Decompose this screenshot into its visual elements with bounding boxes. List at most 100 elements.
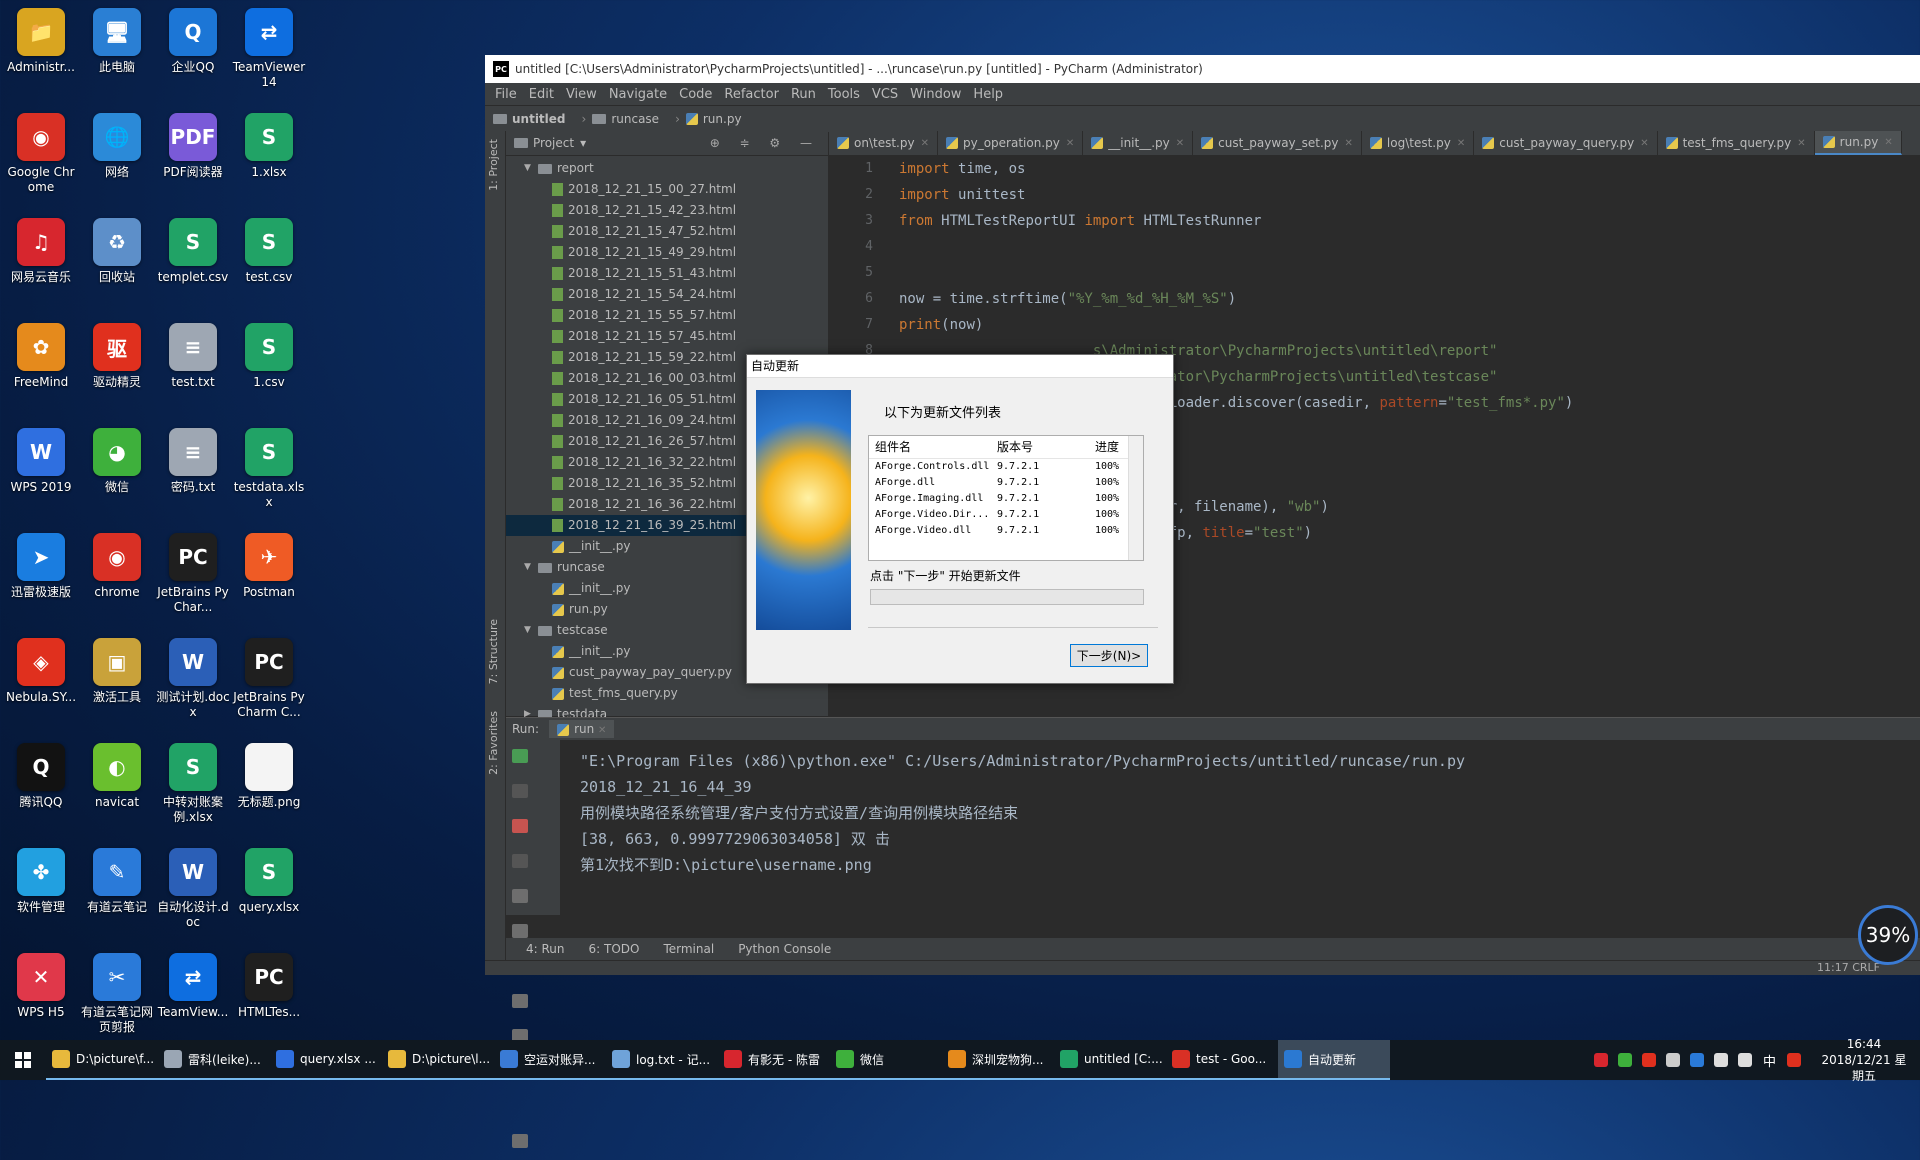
desktop-icon[interactable]: ≡ 密码.txt (156, 428, 230, 495)
taskbar-button[interactable]: 自动更新 (1278, 1040, 1390, 1080)
desktop-icon[interactable]: 🌐 网络 (80, 113, 154, 180)
taskbar-button[interactable]: 微信 (830, 1040, 942, 1080)
desktop-icon[interactable]: 无标题.png (232, 743, 306, 810)
menu-item[interactable]: Code (679, 87, 712, 102)
tool-window-tab[interactable]: Terminal (663, 942, 714, 956)
desktop-icon[interactable]: ⇄ TeamViewer 14 (232, 8, 306, 90)
down-arrow-icon[interactable] (512, 854, 528, 868)
chevron-down-icon[interactable]: ▼ (524, 158, 538, 179)
up-arrow-icon[interactable] (512, 784, 528, 798)
list-item[interactable]: AForge.Controls.dll 9.7.2.1 100% (869, 459, 1143, 475)
desktop-icon[interactable]: ✈ Postman (232, 533, 306, 600)
project-tool-tab[interactable]: 1: Project (487, 139, 500, 191)
shield-icon[interactable] (1689, 1053, 1704, 1067)
desktop-icon[interactable]: PC HTMLTes... (232, 953, 306, 1020)
list-item[interactable]: AForge.Video.Dir... 9.7.2.1 100% (869, 507, 1143, 523)
menu-item[interactable]: Edit (529, 87, 554, 102)
desktop-icon[interactable]: ✂ 有道云笔记网页剪报 (80, 953, 154, 1035)
editor-tab[interactable]: py_operation.py ✕ (938, 131, 1084, 155)
taskbar-button[interactable]: log.txt - 记... (606, 1040, 718, 1080)
tool-window-tab[interactable]: 6: TODO (589, 942, 640, 956)
qq-tray-icon[interactable] (1641, 1053, 1656, 1067)
tree-item[interactable]: 2018_12_21_15_47_52.html (506, 221, 828, 242)
column-header-progress[interactable]: 进度 (1095, 436, 1125, 458)
start-button[interactable] (0, 1040, 46, 1080)
desktop-icon[interactable]: Stest.csv (232, 218, 306, 285)
editor-tab[interactable]: test_fms_query.py ✕ (1658, 131, 1815, 155)
desktop-icon[interactable]: ♫ 网易云音乐 (4, 218, 78, 285)
list-item[interactable]: AForge.Video.dll 9.7.2.1 100% (869, 523, 1143, 539)
desktop-icon[interactable]: 驱驱动精灵 (80, 323, 154, 390)
desktop-icon[interactable]: S 1.xlsx (232, 113, 306, 180)
close-icon[interactable]: ✕ (921, 138, 929, 149)
breadcrumb-file[interactable]: run.py (685, 112, 742, 126)
desktop-icon[interactable]: ◉ Google Chrome (4, 113, 78, 195)
desktop-icon[interactable]: Stestdata.xlsx (232, 428, 306, 510)
menu-item[interactable]: Tools (828, 87, 860, 102)
desktop-icon[interactable]: Q 腾讯QQ (4, 743, 78, 810)
tree-item[interactable]: 2018_12_21_15_51_43.html (506, 263, 828, 284)
ime-indicator[interactable]: 中 (1763, 1051, 1776, 1070)
tree-item[interactable]: 2018_12_21_15_57_45.html (506, 326, 828, 347)
list-item[interactable]: AForge.Imaging.dll 9.7.2.1 100% (869, 491, 1143, 507)
desktop-icon[interactable]: W 自动化设计.doc (156, 848, 230, 930)
desktop-icon[interactable]: ◉ chrome (80, 533, 154, 600)
desktop-icon[interactable]: ◕ 微信 (80, 428, 154, 495)
sogou-ime-icon[interactable] (1787, 1053, 1801, 1067)
taskbar-button[interactable]: D:\picture\l... (382, 1040, 494, 1080)
menu-item[interactable]: Navigate (609, 87, 667, 102)
desktop-icon[interactable]: ✤ 软件管理 (4, 848, 78, 915)
desktop-icon[interactable]: PDF PDF阅读器 (156, 113, 230, 180)
soft-wrap-icon[interactable] (512, 924, 528, 938)
desktop-icon[interactable]: ▣ 激活工具 (80, 638, 154, 705)
scroll-end-icon[interactable] (512, 994, 528, 1008)
desktop-icon[interactable]: ✿ FreeMind (4, 323, 78, 390)
desktop-icon[interactable]: Q 企业QQ (156, 8, 230, 75)
close-icon[interactable]: ✕ (1176, 138, 1184, 149)
desktop-icon[interactable]: W 测试计划.docx (156, 638, 230, 720)
tree-item[interactable]: 2018_12_21_15_00_27.html (506, 179, 828, 200)
tool-window-tab[interactable]: 4: Run (526, 942, 565, 956)
tree-item[interactable]: 2018_12_21_15_49_29.html (506, 242, 828, 263)
taskbar-button[interactable]: 深圳宠物狗... (942, 1040, 1054, 1080)
desktop-icon[interactable]: ⇄ TeamView... (156, 953, 230, 1020)
taskbar-button[interactable]: 雷科(leike)... (158, 1040, 270, 1080)
editor-tab[interactable]: on\test.py ✕ (829, 131, 938, 155)
project-toolbar[interactable]: ⊕ ≑ ⚙ — (710, 136, 820, 150)
taskbar-button[interactable]: query.xlsx ... (270, 1040, 382, 1080)
rerun-icon[interactable] (512, 749, 528, 763)
list-scrollbar[interactable] (1128, 436, 1143, 560)
stop-icon[interactable] (512, 819, 528, 833)
netease-music-tray-icon[interactable] (1593, 1053, 1608, 1067)
taskbar-button[interactable]: 空运对账异... (494, 1040, 606, 1080)
favorites-tool-tab[interactable]: 2: Favorites (487, 711, 500, 775)
editor-tab[interactable]: cust_payway_query.py ✕ (1474, 131, 1658, 155)
desktop-icon[interactable]: ♻ 回收站 (80, 218, 154, 285)
chevron-down-icon[interactable]: ▼ (524, 557, 538, 578)
close-icon[interactable]: ✕ (598, 725, 606, 736)
volume-icon[interactable] (1737, 1053, 1752, 1067)
editor-tab[interactable]: __init__.py ✕ (1083, 131, 1194, 155)
menu-item[interactable]: Window (910, 87, 961, 102)
structure-tool-tab[interactable]: 7: Structure (487, 619, 500, 684)
update-file-list[interactable]: 组件名 版本号 进度 AForge.Controls.dll 9.7.2.1 100… (868, 435, 1144, 561)
tree-item[interactable]: 2018_12_21_15_55_57.html (506, 305, 828, 326)
close-icon[interactable]: ✕ (1797, 138, 1805, 149)
tool-window-tab[interactable]: Python Console (738, 942, 831, 956)
clock[interactable]: 16:44 2018/12/21 星期五 (1816, 1036, 1912, 1084)
menu-item[interactable]: Help (973, 87, 1003, 102)
app-tray-icon[interactable] (1665, 1053, 1680, 1067)
pause-icon[interactable] (512, 889, 528, 903)
chevron-down-icon[interactable]: ▼ (524, 620, 538, 641)
trash-icon[interactable] (512, 1134, 528, 1148)
run-tab[interactable]: run ✕ (549, 720, 615, 738)
desktop-icon[interactable]: PC JetBrains PyChar... (156, 533, 230, 615)
desktop-icon[interactable]: ➤ 迅雷极速版 (4, 533, 78, 600)
menu-item[interactable]: Run (791, 87, 816, 102)
desktop-icon[interactable]: ◐ navicat (80, 743, 154, 810)
breadcrumb-project[interactable]: untitled (493, 112, 566, 126)
desktop-icon[interactable]: ◈ Nebula.SY... (4, 638, 78, 705)
menu-item[interactable]: Refactor (724, 87, 779, 102)
cpu-usage-badge[interactable]: 39% (1858, 905, 1918, 965)
network-icon[interactable] (1713, 1053, 1728, 1067)
